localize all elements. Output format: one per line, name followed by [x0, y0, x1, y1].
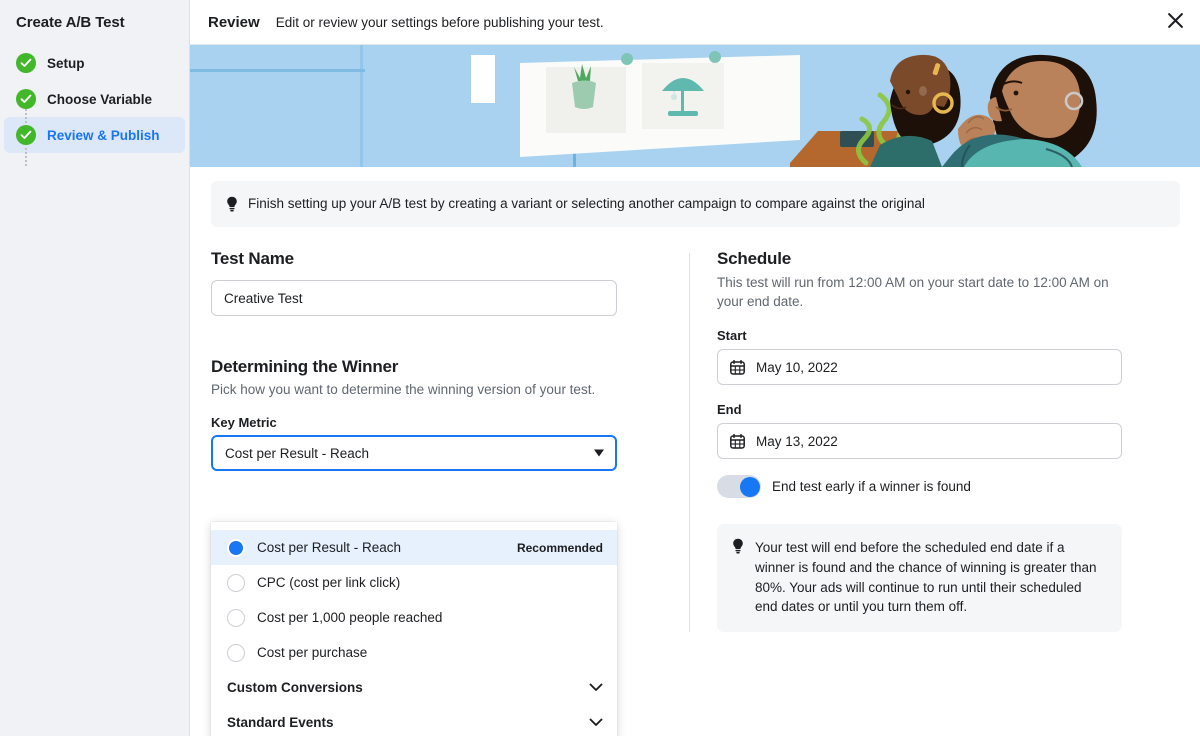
sidebar-item-choose-variable[interactable]: Choose Variable: [4, 81, 185, 117]
dropdown-option-label: Cost per 1,000 people reached: [257, 610, 603, 625]
determining-winner-heading: Determining the Winner: [211, 357, 669, 377]
tip-banner: Finish setting up your A/B test by creat…: [211, 181, 1180, 227]
schedule-description: This test will run from 12:00 AM on your…: [717, 273, 1117, 311]
dropdown-option-cost-per-result-reach[interactable]: Cost per Result - Reach Recommended: [211, 530, 617, 565]
dropdown-option-label: CPC (cost per link click): [257, 575, 603, 590]
radio-icon: [227, 644, 245, 662]
dropdown-option-label: Cost per purchase: [257, 645, 603, 660]
test-name-section: Test Name Creative Test: [211, 249, 669, 316]
close-button[interactable]: [1160, 7, 1190, 37]
main-content: Review Edit or review your settings befo…: [190, 0, 1200, 736]
sidebar-item-label: Choose Variable: [47, 92, 152, 107]
calendar-icon: [730, 360, 745, 375]
test-name-heading: Test Name: [211, 249, 669, 269]
end-date-input[interactable]: May 13, 2022: [717, 423, 1122, 459]
key-metric-label: Key Metric: [211, 415, 669, 430]
tip-banner-text: Finish setting up your A/B test by creat…: [248, 195, 925, 213]
page-subtitle: Edit or review your settings before publ…: [276, 15, 604, 30]
check-circle-icon: [16, 89, 36, 109]
chevron-down-icon: [589, 683, 603, 692]
dropdown-option-cpc[interactable]: CPC (cost per link click): [211, 565, 617, 600]
calendar-icon: [730, 434, 745, 449]
lightbulb-icon: [731, 538, 745, 554]
end-test-early-label: End test early if a winner is found: [772, 479, 971, 494]
right-column: Schedule This test will run from 12:00 A…: [690, 249, 1180, 632]
dropdown-group-custom-conversions[interactable]: Custom Conversions: [211, 670, 617, 705]
dropdown-option-label: Cost per Result - Reach: [257, 540, 505, 555]
check-circle-icon: [16, 125, 36, 145]
hero-illustration-art: [190, 45, 1200, 167]
key-metric-select[interactable]: Cost per Result - Reach: [211, 435, 617, 471]
determining-winner-description: Pick how you want to determine the winni…: [211, 381, 596, 399]
chevron-down-icon: [589, 718, 603, 727]
test-name-input[interactable]: Creative Test: [211, 280, 617, 316]
page-title: Review: [208, 14, 260, 31]
tip-banner-wrap: Finish setting up your A/B test by creat…: [190, 167, 1200, 227]
end-date-value: May 13, 2022: [756, 434, 838, 449]
ab-test-dialog: Create A/B Test Setup Choose Variable: [0, 0, 1200, 736]
start-date-input[interactable]: May 10, 2022: [717, 349, 1122, 385]
key-metric-dropdown-menu: Cost per Result - Reach Recommended CPC …: [211, 522, 617, 736]
recommended-badge: Recommended: [517, 541, 603, 555]
dropdown-option-cost-per-purchase[interactable]: Cost per purchase: [211, 635, 617, 670]
sidebar-title: Create A/B Test: [0, 8, 189, 45]
start-date-value: May 10, 2022: [756, 360, 838, 375]
start-label: Start: [717, 328, 1180, 343]
schedule-info-box: Your test will end before the scheduled …: [717, 524, 1122, 632]
key-metric-selected-value: Cost per Result - Reach: [225, 446, 369, 461]
dropdown-group-standard-events[interactable]: Standard Events: [211, 705, 617, 736]
left-column: Test Name Creative Test Determining the …: [211, 249, 689, 632]
schedule-heading: Schedule: [717, 249, 1180, 269]
end-test-early-row: End test early if a winner is found: [717, 475, 1180, 498]
radio-icon: [227, 609, 245, 627]
sidebar-item-review-publish[interactable]: Review & Publish: [4, 117, 185, 153]
dropdown-group-label: Custom Conversions: [227, 680, 363, 695]
sidebar-item-label: Setup: [47, 56, 85, 71]
toggle-knob: [740, 477, 760, 497]
dropdown-group-label: Standard Events: [227, 715, 334, 730]
close-icon: [1167, 12, 1184, 32]
lightbulb-icon: [225, 196, 239, 212]
check-circle-icon: [16, 53, 36, 73]
end-label: End: [717, 402, 1180, 417]
sidebar-item-label: Review & Publish: [47, 128, 160, 143]
chevron-down-icon: [594, 450, 604, 457]
schedule-info-text: Your test will end before the scheduled …: [755, 538, 1107, 617]
end-test-early-toggle[interactable]: [717, 475, 761, 498]
sidebar-steps: Setup Choose Variable Review & Publish: [0, 45, 189, 153]
hero-illustration: [190, 45, 1200, 167]
settings-columns: Test Name Creative Test Determining the …: [190, 227, 1200, 632]
dropdown-option-cost-per-1000-reached[interactable]: Cost per 1,000 people reached: [211, 600, 617, 635]
radio-icon: [227, 574, 245, 592]
sidebar-item-setup[interactable]: Setup: [4, 45, 185, 81]
step-connector-2: [25, 148, 27, 166]
sidebar: Create A/B Test Setup Choose Variable: [0, 0, 190, 736]
radio-selected-icon: [227, 539, 245, 557]
topbar: Review Edit or review your settings befo…: [190, 0, 1200, 45]
determining-winner-section: Determining the Winner Pick how you want…: [211, 357, 669, 471]
